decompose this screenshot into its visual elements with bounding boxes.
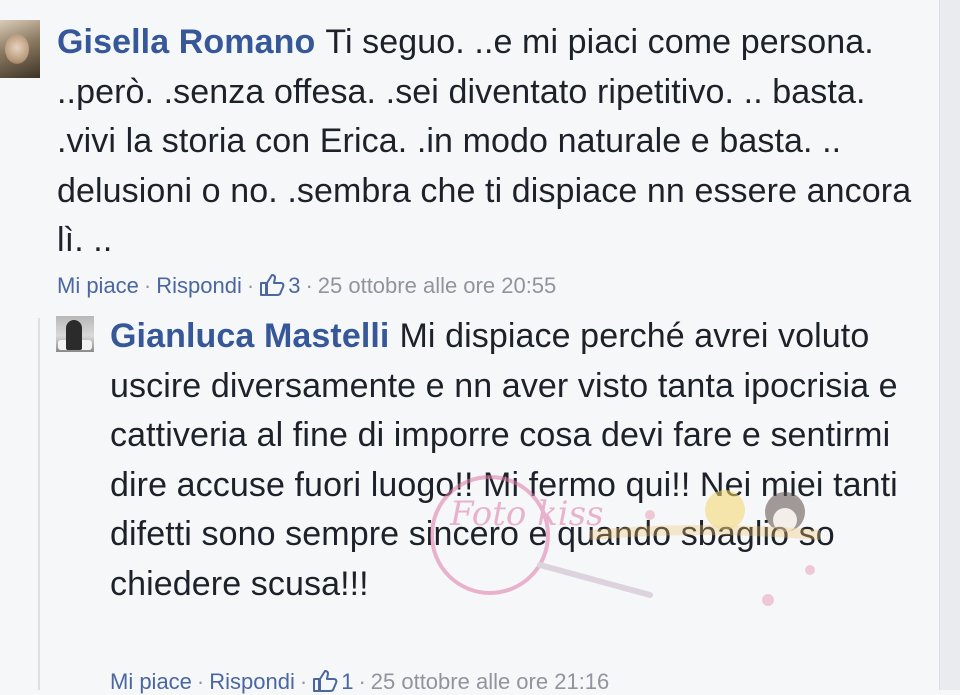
user-avatar[interactable] [0,20,40,78]
like-count[interactable]: 3 [288,273,300,298]
timestamp[interactable]: 25 ottobre alle ore 20:55 [318,273,557,298]
separator: · [305,273,313,298]
separator: · [143,273,152,298]
reply-button[interactable]: Rispondi [209,669,295,694]
separator: · [299,669,308,694]
reply-thread-line [38,318,40,690]
avatar-face [5,34,29,64]
separator: · [246,273,255,298]
timestamp[interactable]: 25 ottobre alle ore 21:16 [371,669,610,694]
watermark-logo: Foto kiss [430,475,821,606]
thumbs-up-icon[interactable] [259,273,285,297]
comment-body: Gisella Romano Ti seguo. ..e mi piaci com… [57,18,917,266]
avatar-figure [66,320,82,350]
scrollbar[interactable] [939,0,960,690]
like-count[interactable]: 1 [341,669,353,694]
user-avatar[interactable] [56,316,94,352]
thumbs-up-icon[interactable] [312,669,338,693]
comment-meta: Mi piace · Rispondi · 3 · 25 ottobre alle ore … [57,273,556,299]
comment-author[interactable]: Gianluca Mastelli [110,317,389,355]
watermark-text: Foto kiss [449,494,604,534]
like-button[interactable]: Mi piace [57,273,139,298]
reply-button[interactable]: Rispondi [156,273,242,298]
separator: · [358,669,366,694]
separator: · [196,669,205,694]
like-button[interactable]: Mi piace [110,669,192,694]
comment-author[interactable]: Gisella Romano [57,23,315,61]
comment-meta: Mi piace · Rispondi · 1 · 25 ottobre alle ore … [110,669,609,695]
